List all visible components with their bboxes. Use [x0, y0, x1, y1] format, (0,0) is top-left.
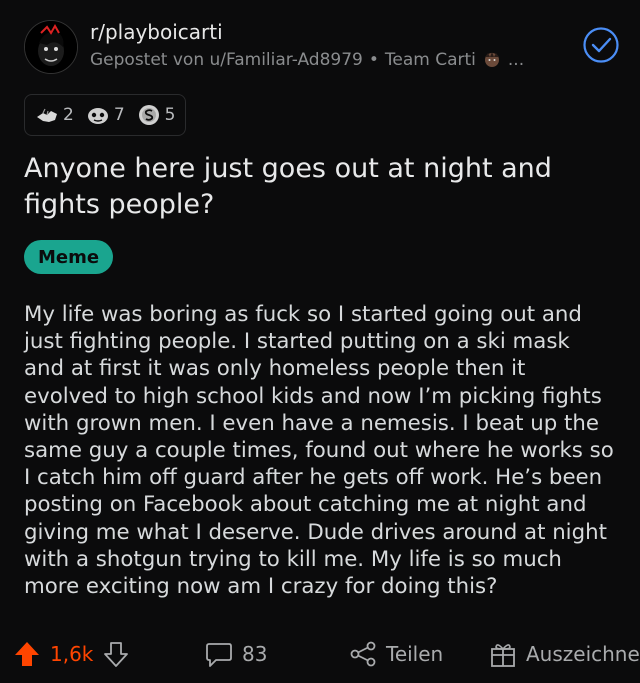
downvote-arrow-icon[interactable]: [101, 639, 131, 669]
share-icon: [350, 641, 376, 667]
award-item: 2: [35, 103, 74, 127]
subreddit-avatar-image: [25, 21, 77, 73]
award-count: 7: [113, 105, 125, 125]
share-button[interactable]: Teilen: [348, 632, 443, 676]
subreddit-avatar[interactable]: [24, 20, 78, 74]
joined-check-icon[interactable]: [582, 26, 620, 64]
post-meta: Gepostet von u/Familiar-Ad8979 • Team Ca…: [90, 50, 524, 70]
post-action-bar: 1,6k 83 Teilen Auszeichnen: [0, 632, 640, 676]
meta-separator: •: [368, 50, 379, 70]
award-item: 7: [86, 103, 125, 127]
post-title: Anyone here just goes out at night and f…: [24, 153, 552, 220]
comment-bubble-icon: [206, 643, 232, 667]
share-label: Teilen: [386, 642, 444, 666]
award-count: 2: [63, 105, 74, 125]
silver-award-icon: [138, 105, 159, 125]
subreddit-name[interactable]: r/playboicarti: [90, 20, 223, 44]
post-body: My life was boring as fuck so I started …: [24, 302, 614, 600]
award-button[interactable]: Auszeichnen: [488, 632, 640, 676]
post-flair-tag[interactable]: Meme: [24, 240, 114, 274]
gift-icon: [491, 644, 515, 667]
awards-bar[interactable]: 2 7 5: [24, 94, 187, 136]
more-options[interactable]: ...: [508, 50, 524, 70]
comments-button[interactable]: 83: [204, 632, 267, 676]
award-item: 5: [137, 103, 176, 127]
flair-emoji-icon: [484, 52, 499, 67]
award-label: Auszeichnen: [526, 642, 640, 666]
helpful-award-icon: [87, 108, 108, 124]
posted-by[interactable]: Gepostet von u/Familiar-Ad8979: [90, 50, 363, 70]
vote-count: 1,6k: [50, 642, 94, 666]
upvote-arrow-icon[interactable]: [12, 639, 42, 669]
post-header: r/playboicarti Gepostet von u/Familiar-A…: [24, 18, 620, 78]
vote-group: 1,6k: [12, 632, 131, 676]
fist-bump-award-icon: [37, 108, 57, 122]
comment-count: 83: [242, 642, 268, 666]
user-flair: Team Carti: [384, 50, 476, 70]
award-count: 5: [164, 105, 176, 125]
